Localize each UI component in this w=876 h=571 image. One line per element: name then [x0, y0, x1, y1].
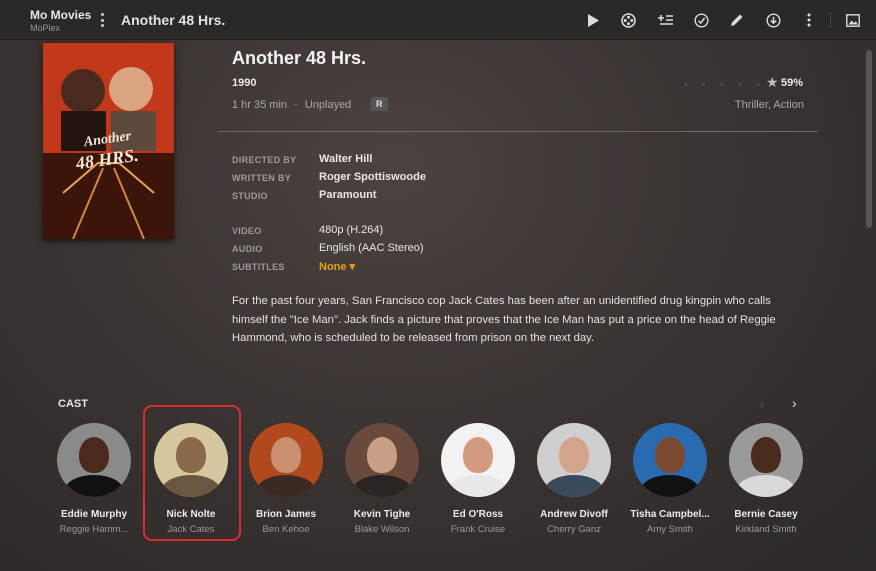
user-rating-dots[interactable]: · · · · ·: [684, 79, 766, 90]
video-label: VIDEO: [232, 226, 262, 236]
download-icon[interactable]: [763, 10, 783, 30]
movie-title: Another 48 Hrs.: [232, 48, 367, 68]
studio-label: STUDIO: [232, 191, 268, 201]
cast-member[interactable]: Bernie Casey Kirkland Smith: [718, 420, 814, 535]
app-subtitle: MoPlex: [30, 23, 61, 33]
avatar: [57, 423, 131, 497]
movie-summary: For the past four years, San Francisco c…: [232, 295, 776, 344]
cast-role: Amy Smith: [647, 524, 693, 535]
movie-poster[interactable]: Another 48 HRS.: [43, 43, 174, 239]
cast-member[interactable]: Brion James Ben Kehoe: [238, 420, 334, 535]
cast-role: Blake Wilson: [354, 524, 410, 535]
avatar: [249, 423, 323, 497]
scrollbar[interactable]: [866, 50, 872, 228]
audio-select[interactable]: English (AAC Stereo): [319, 242, 424, 254]
cast-role: Frank Cruise: [450, 524, 506, 535]
cast-role: Reggie Hamm...: [59, 524, 129, 535]
cast-role: Kirkland Smith: [735, 524, 797, 535]
cast-name: Andrew Divoff: [540, 509, 608, 520]
play-status: Unplayed: [304, 99, 352, 111]
cast-name: Kevin Tighe: [353, 509, 411, 520]
writer[interactable]: Roger Spottiswoode: [319, 171, 426, 183]
cast-member[interactable]: Eddie Murphy Reggie Hamm...: [46, 420, 142, 535]
cast-role: Cherry Ganz: [547, 524, 601, 535]
cast-member[interactable]: Kevin Tighe Blake Wilson: [334, 420, 430, 535]
avatar: [441, 423, 515, 497]
cast-role: Jack Cates: [167, 524, 215, 535]
more-vertical-icon[interactable]: [799, 10, 819, 30]
toolbar-divider: [830, 12, 831, 28]
avatar: [345, 423, 419, 497]
studio[interactable]: Paramount: [319, 189, 376, 201]
written-by-label: WRITTEN BY: [232, 173, 291, 183]
top-bar: Mo Movies MoPlex Another 48 Hrs.: [0, 0, 876, 40]
avatar: [537, 423, 611, 497]
cast-member[interactable]: Tisha Campbel... Amy Smith: [622, 420, 718, 535]
subtitles-select[interactable]: None ▾: [319, 260, 355, 273]
director[interactable]: Walter Hill: [319, 153, 372, 165]
avatar: [729, 423, 803, 497]
audio-label: AUDIO: [232, 244, 263, 254]
separator: ·: [294, 99, 298, 111]
cast-name: Nick Nolte: [166, 509, 216, 520]
app-title: Mo Movies: [30, 8, 92, 22]
cast-name: Brion James: [255, 509, 317, 520]
genres: Thriller, Action: [734, 99, 804, 111]
check-circle-icon[interactable]: [691, 10, 711, 30]
image-icon[interactable]: [843, 10, 863, 30]
cast-name: Eddie Murphy: [60, 509, 128, 520]
cast-member[interactable]: Nick Nolte Jack Cates: [143, 420, 239, 535]
movie-duration-status: 1 hr 35 min · Unplayed: [232, 99, 351, 111]
audience-score: 59%: [781, 77, 804, 89]
movie-duration: 1 hr 35 min: [232, 99, 288, 111]
edit-pencil-icon[interactable]: [727, 10, 747, 30]
avatar: [633, 423, 707, 497]
cast-heading: CAST: [58, 398, 88, 410]
cast-member[interactable]: Ed O'Ross Frank Cruise: [430, 420, 526, 535]
divider: [218, 131, 818, 132]
cast-member[interactable]: Andrew Divoff Cherry Ganz: [526, 420, 622, 535]
app-menu-icon[interactable]: [98, 11, 106, 29]
add-to-playlist-icon[interactable]: [655, 10, 675, 30]
cast-role: Ben Kehoe: [262, 524, 310, 535]
star-icon: ★: [766, 74, 779, 90]
video-info: 480p (H.264): [319, 224, 384, 236]
cast-next-icon[interactable]: ›: [792, 395, 797, 411]
cast-name: Bernie Casey: [734, 509, 798, 520]
cast-prev-icon[interactable]: ‹: [760, 396, 765, 412]
header-title: Another 48 Hrs.: [121, 12, 226, 28]
directed-by-label: DIRECTED BY: [232, 155, 297, 165]
cast-name: Tisha Campbel...: [630, 509, 710, 520]
content-rating-badge: R: [371, 97, 388, 111]
cast-name: Ed O'Ross: [452, 509, 504, 520]
subtitles-label: SUBTITLES: [232, 262, 285, 272]
play-icon[interactable]: [583, 10, 603, 30]
avatar: [154, 423, 228, 497]
film-reel-icon[interactable]: [618, 10, 638, 30]
movie-year: 1990: [232, 77, 257, 89]
